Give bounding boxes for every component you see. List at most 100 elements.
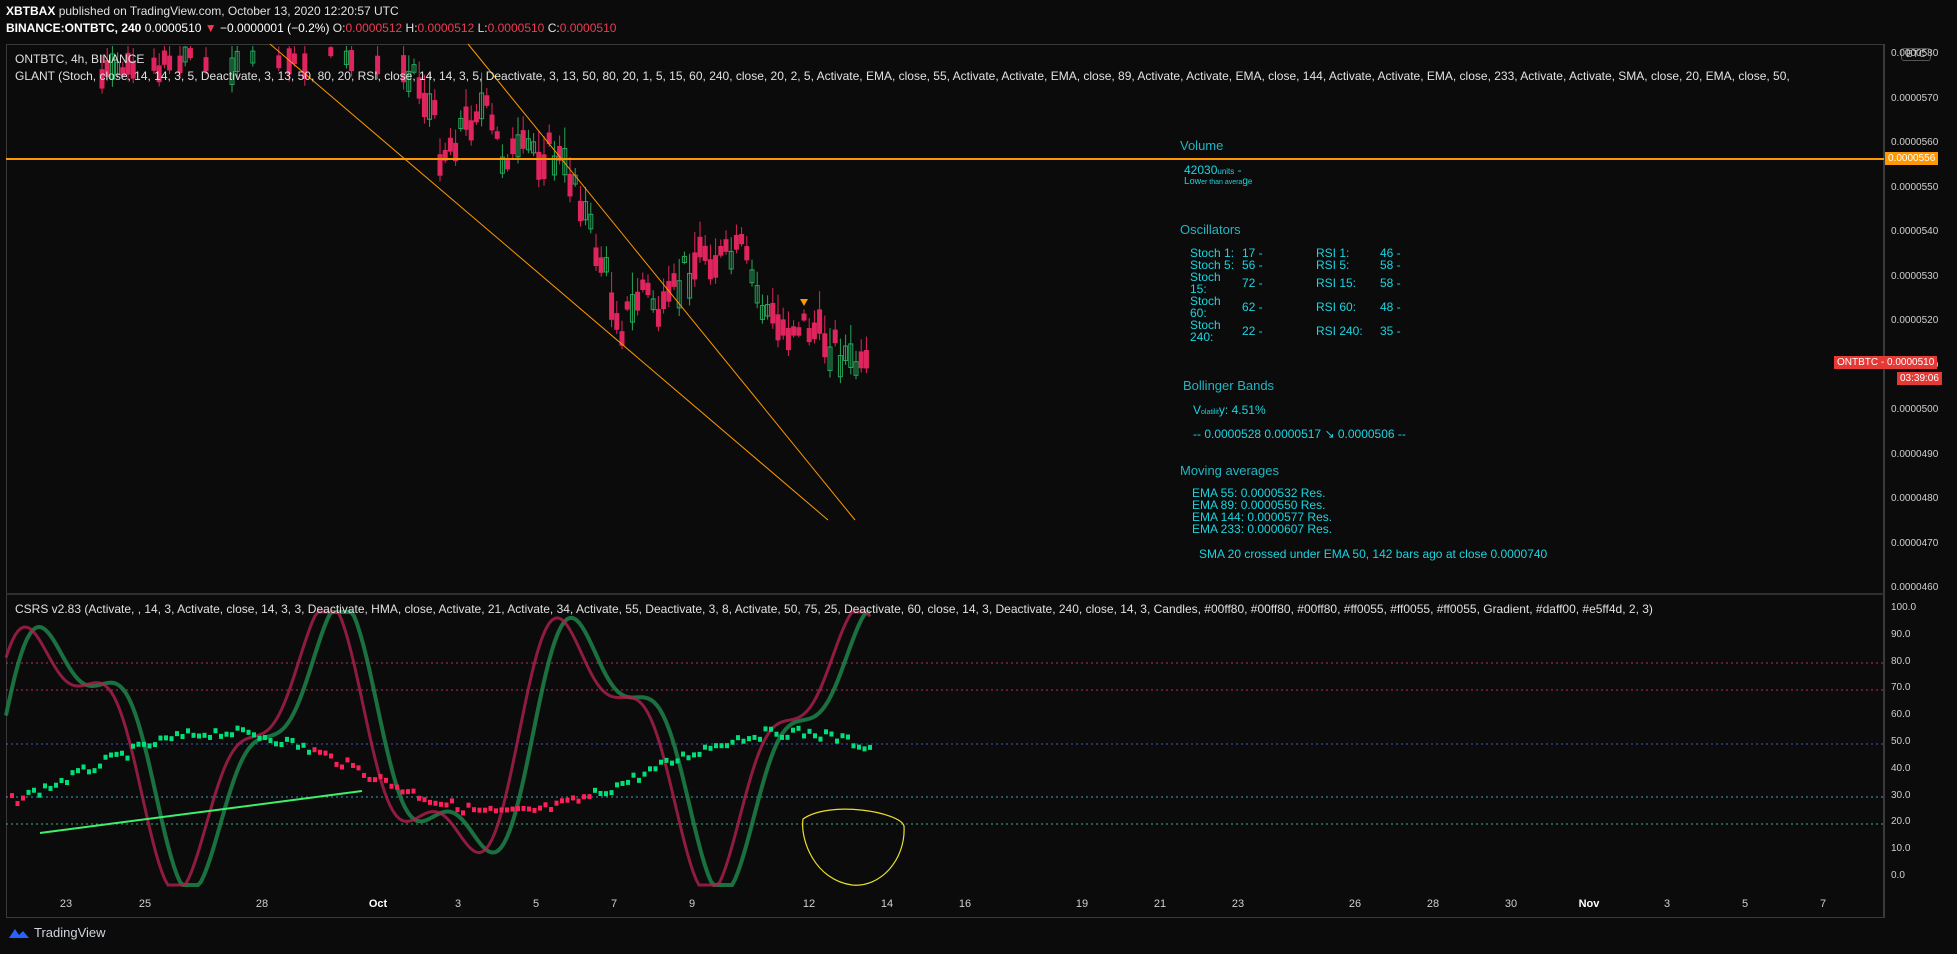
price-axis-tick: 0.0000500 [1891, 404, 1939, 415]
oscillator-candle [279, 741, 284, 747]
time-axis-tick: 5 [532, 898, 540, 910]
stoch-value: 62 - [1242, 300, 1263, 314]
volume-note-e: e [1247, 177, 1253, 186]
glant-indicator-legend[interactable]: GLANT (Stoch, close, 14, 14, 3, 5, Deact… [15, 69, 1880, 83]
oscillator-candle [868, 744, 872, 750]
tradingview-brand[interactable]: TradingView [8, 925, 106, 940]
volume-unit: units [1217, 167, 1235, 176]
candle-body [276, 55, 282, 69]
oscillator-candle [466, 802, 471, 808]
oscillator-plot [4, 610, 872, 887]
tradingview-logo-icon [9, 928, 29, 938]
oscillator-candle [576, 798, 581, 804]
oscillator-candle [329, 753, 333, 759]
oscillator-candle [648, 766, 652, 772]
oscillator-candle [384, 777, 388, 783]
oscillator-candle [191, 732, 196, 738]
ema-233-line: EMA 233: 0.0000607 Res. [1192, 522, 1333, 536]
oscillator-candle [26, 789, 31, 795]
oscillator-candle [582, 794, 586, 800]
oscillator-candle [125, 755, 130, 761]
level-price-tag: 0.0000556 [1885, 152, 1939, 165]
candle-body [484, 95, 490, 106]
oscillator-candle [818, 736, 823, 742]
candle-body [447, 137, 453, 152]
oscillator-candle [263, 735, 267, 741]
oscillator-candle [351, 762, 355, 768]
oscillators-table: Stoch 1: 17 - RSI 1: 46 - Stoch 5: 56 - RSI 5:… [1190, 247, 1424, 343]
stoch-value: 72 - [1242, 276, 1263, 290]
oscillator-candle [395, 784, 399, 790]
volatility-c: y: 4.51% [1218, 403, 1266, 417]
stoch-label: Stoch 60: [1190, 294, 1221, 320]
candle-body [494, 131, 500, 139]
oscillator-candle [813, 733, 817, 739]
volatility-a: V [1193, 403, 1202, 417]
candle-body [822, 333, 828, 358]
oscillator-candle [494, 808, 498, 814]
oscillator-candle [202, 732, 207, 738]
oscillator-candle [230, 732, 234, 738]
oscillator-candle [554, 800, 559, 806]
candle-body [655, 308, 661, 327]
oscillator-candle [692, 752, 696, 758]
oscillator-candle [483, 807, 487, 813]
volume-dash: - [1237, 163, 1242, 177]
rsi-value: 58 - [1380, 276, 1401, 290]
oscillator-candle [719, 743, 724, 749]
oscillator-candle [461, 810, 465, 816]
rsi-value: 35 - [1380, 324, 1401, 338]
trendline-upper[interactable] [467, 43, 856, 521]
time-axis-tick: 23 [59, 898, 73, 910]
oscillator-candle [37, 792, 42, 798]
oscillator-candle [21, 795, 25, 801]
oscillator-candle [626, 779, 630, 785]
candle-body [723, 239, 729, 252]
oscillator-candle [103, 754, 108, 760]
volume-note-c: er than avera [1201, 179, 1243, 186]
candle-body [863, 350, 869, 369]
candle-body [536, 151, 542, 180]
oscillator-candle [642, 771, 647, 777]
volatility-b: olatilit [1201, 409, 1219, 416]
time-axis-tick: 21 [1153, 898, 1167, 910]
candle-body [520, 130, 526, 149]
oscillator-candle [219, 733, 223, 739]
bollinger-title: Bollinger Bands [1183, 378, 1275, 393]
oscillator-candle [213, 728, 218, 734]
oscillator-candle [560, 798, 564, 804]
oscillator-candle [417, 795, 421, 801]
symbol-price-tag: ONTBTC - 0.0000510 [1834, 356, 1938, 369]
oscillator-candle [65, 780, 69, 786]
candle-body [817, 309, 823, 334]
oscillator-candle [741, 738, 746, 744]
csrs-indicator-legend[interactable]: CSRS v2.83 (Activate, , 14, 3, Activate,… [15, 602, 1653, 616]
oscillator-candle [197, 733, 201, 739]
oscillators-title: Oscillators [1180, 222, 1241, 237]
oscillator-candle [796, 725, 801, 731]
oscillator-candle [785, 734, 790, 740]
oscillator-candle [477, 807, 482, 813]
symbol-tag-name: ONTBTC [1837, 357, 1879, 368]
oscillator-candle [527, 806, 531, 812]
candle-body [489, 114, 495, 131]
oscillator-candle [81, 764, 86, 770]
oscillator-candle [422, 797, 427, 803]
trendline-lower[interactable] [269, 43, 829, 521]
price-axis-tick: 0.0000470 [1891, 537, 1939, 549]
candle-body [187, 48, 193, 59]
oscillator-candle [362, 772, 366, 778]
oscillator-candle [411, 788, 416, 794]
candle-body [645, 282, 651, 296]
oscillator-candle [807, 728, 812, 734]
oscillator-candle [76, 768, 80, 774]
oscillator-candle [389, 783, 394, 789]
price-axis-tick: 0.0000540 [1891, 226, 1939, 237]
oscillator-candle [549, 807, 553, 813]
candle-body [510, 138, 516, 155]
oscillator-candle [703, 744, 707, 750]
oscillator-candle [54, 782, 58, 788]
chart-canvas[interactable] [0, 0, 1957, 954]
highlight-ellipse[interactable] [802, 808, 905, 886]
rsi-value: 48 - [1380, 300, 1401, 314]
